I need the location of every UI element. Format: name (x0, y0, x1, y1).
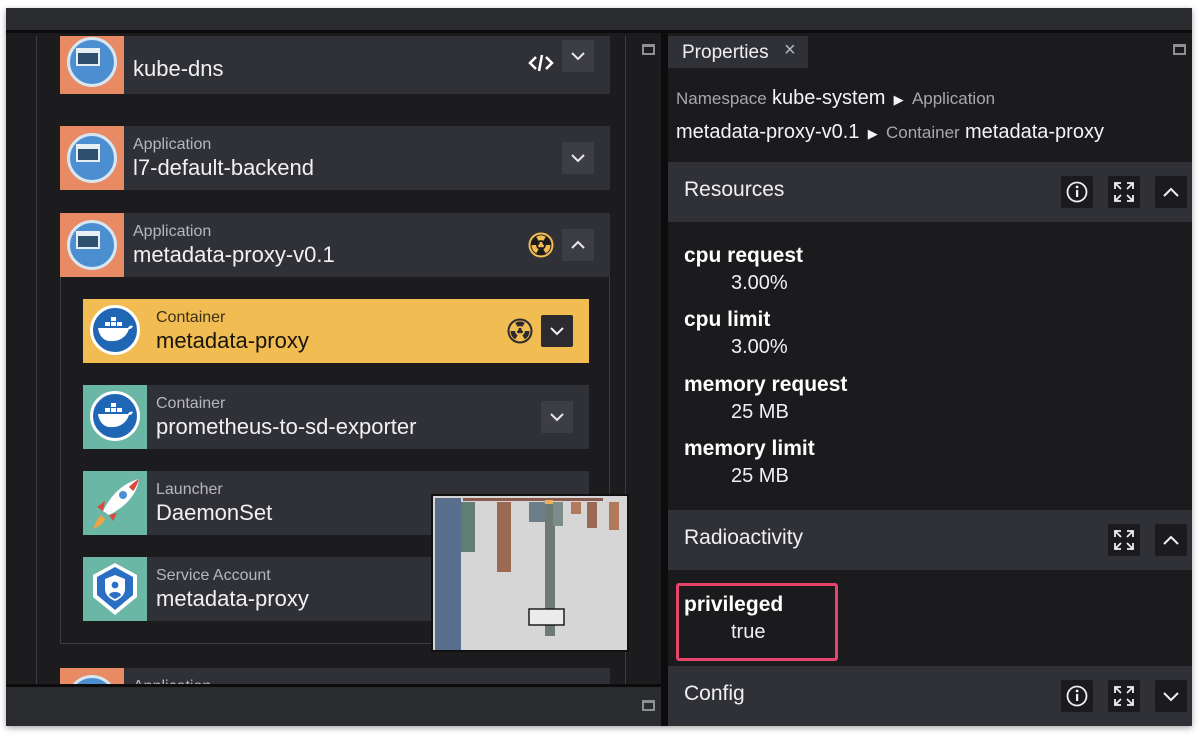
chevron-up-icon (571, 240, 585, 249)
chevron-up-icon (1163, 535, 1179, 545)
property-value: 3.00% (731, 272, 788, 294)
property-key: memory limit (684, 437, 815, 460)
tab-label: Properties (682, 42, 769, 63)
tree-item-name: l7-default-backend (133, 155, 315, 180)
breadcrumb-application-label: Application (911, 89, 996, 108)
chevron-down-icon (1163, 692, 1179, 702)
breadcrumb-namespace-value[interactable]: kube-system (772, 87, 885, 109)
expand-button[interactable] (541, 401, 573, 433)
radioactive-icon (528, 232, 554, 258)
tree-item-container-prometheus[interactable]: Container prometheus-to-sd-exporter (83, 385, 589, 449)
collapse-button[interactable] (1155, 524, 1187, 556)
tab-strip: Properties × (668, 36, 1192, 68)
tree-item-application-partial[interactable]: Application (60, 668, 610, 684)
radioactive-icon (507, 318, 533, 344)
expand-button[interactable] (1108, 680, 1140, 712)
breadcrumb-container-label: Container (885, 123, 960, 142)
expand-icon (1114, 182, 1134, 202)
docker-icon (83, 299, 147, 363)
properties-panel: Properties × Namespace kube-system ▶ App… (668, 36, 1192, 726)
service-account-icon (83, 557, 147, 621)
highlight-box (676, 583, 838, 661)
maximize-icon[interactable] (1173, 44, 1186, 55)
property-value: 3.00% (731, 336, 788, 358)
expand-button[interactable] (1108, 176, 1140, 208)
chevron-down-icon (571, 52, 585, 61)
application-icon (60, 36, 124, 94)
info-button[interactable] (1061, 680, 1093, 712)
rocket-icon (83, 471, 147, 535)
docker-icon (83, 385, 147, 449)
tree-item-l7-default-backend[interactable]: Application l7-default-backend (60, 126, 610, 190)
application-icon (60, 213, 124, 277)
breadcrumb-namespace-label: Namespace (676, 89, 767, 108)
expand-button[interactable] (562, 40, 594, 72)
collapse-button[interactable] (1155, 176, 1187, 208)
app-window: kube-dns Application l7-default-backend (6, 8, 1192, 726)
property-cpu-request: cpu request 3.00% (684, 244, 803, 295)
info-button[interactable] (1061, 176, 1093, 208)
application-icon (60, 668, 124, 684)
section-config[interactable]: Config (668, 666, 1192, 726)
expand-button[interactable] (562, 142, 594, 174)
tree-item-type: Container (156, 395, 226, 412)
tree-item-type: Application (133, 223, 212, 240)
tree-item-name: DaemonSet (156, 500, 273, 525)
expand-button[interactable] (1108, 524, 1140, 556)
property-value: 25 MB (731, 401, 789, 423)
top-bar (6, 8, 1192, 33)
expand-section-button[interactable] (1155, 680, 1187, 712)
expand-icon (1114, 686, 1134, 706)
expand-icon (1114, 530, 1134, 550)
breadcrumb-application-value[interactable]: metadata-proxy-v0.1 (676, 121, 859, 143)
chevron-down-icon (571, 154, 585, 163)
section-radioactivity[interactable]: Radioactivity (668, 510, 1192, 570)
breadcrumb: Namespace kube-system ▶ Application meta… (676, 82, 1186, 150)
tree-item-type: Container (156, 309, 226, 326)
property-key: cpu limit (684, 308, 771, 331)
property-key: memory request (684, 373, 848, 396)
tree-panel[interactable]: kube-dns Application l7-default-backend (6, 36, 661, 684)
minimap[interactable] (431, 494, 629, 652)
info-icon (1066, 685, 1088, 707)
section-title: Resources (684, 178, 785, 201)
tree-item-metadata-proxy-app[interactable]: Application metadata-proxy-v0.1 (60, 213, 610, 277)
chevron-down-icon (550, 413, 564, 422)
collapse-button[interactable] (562, 229, 594, 261)
tab-properties[interactable]: Properties × (668, 36, 808, 68)
application-icon (60, 126, 124, 190)
property-cpu-limit: cpu limit 3.00% (684, 308, 788, 359)
tree-item-name: kube-dns (133, 56, 224, 81)
breadcrumb-container-value[interactable]: metadata-proxy (965, 121, 1104, 143)
property-memory-limit: memory limit 25 MB (684, 437, 815, 488)
chevron-up-icon (1163, 187, 1179, 197)
tree-item-container-metadata-proxy[interactable]: Container metadata-proxy (83, 299, 589, 363)
code-icon (528, 54, 554, 72)
bottom-panel-bar (6, 684, 661, 726)
tree-item-type: Service Account (156, 567, 271, 584)
section-title: Radioactivity (684, 526, 804, 549)
property-memory-request: memory request 25 MB (684, 373, 847, 424)
property-key: cpu request (684, 244, 804, 267)
tree-item-name: prometheus-to-sd-exporter (156, 414, 417, 439)
expand-button[interactable] (541, 315, 573, 347)
section-title: Config (684, 682, 745, 705)
breadcrumb-separator-icon: ▶ (867, 126, 878, 141)
tree-item-name: metadata-proxy (156, 328, 309, 353)
close-icon[interactable]: × (784, 39, 796, 62)
tree-item-name: metadata-proxy (156, 586, 309, 611)
tree-item-name: metadata-proxy-v0.1 (133, 242, 335, 267)
tree-item-type: Launcher (156, 481, 223, 498)
property-value: 25 MB (731, 465, 789, 487)
panel-divider[interactable] (661, 33, 668, 726)
minimap-graphic (433, 496, 627, 650)
tree-item-kube-dns[interactable]: kube-dns (60, 36, 610, 94)
breadcrumb-separator-icon: ▶ (893, 92, 904, 107)
tree-item-type: Application (133, 136, 212, 153)
info-icon (1066, 181, 1088, 203)
maximize-icon[interactable] (642, 700, 655, 711)
chevron-down-icon (550, 327, 564, 336)
section-resources[interactable]: Resources (668, 162, 1192, 222)
maximize-icon[interactable] (642, 44, 655, 55)
